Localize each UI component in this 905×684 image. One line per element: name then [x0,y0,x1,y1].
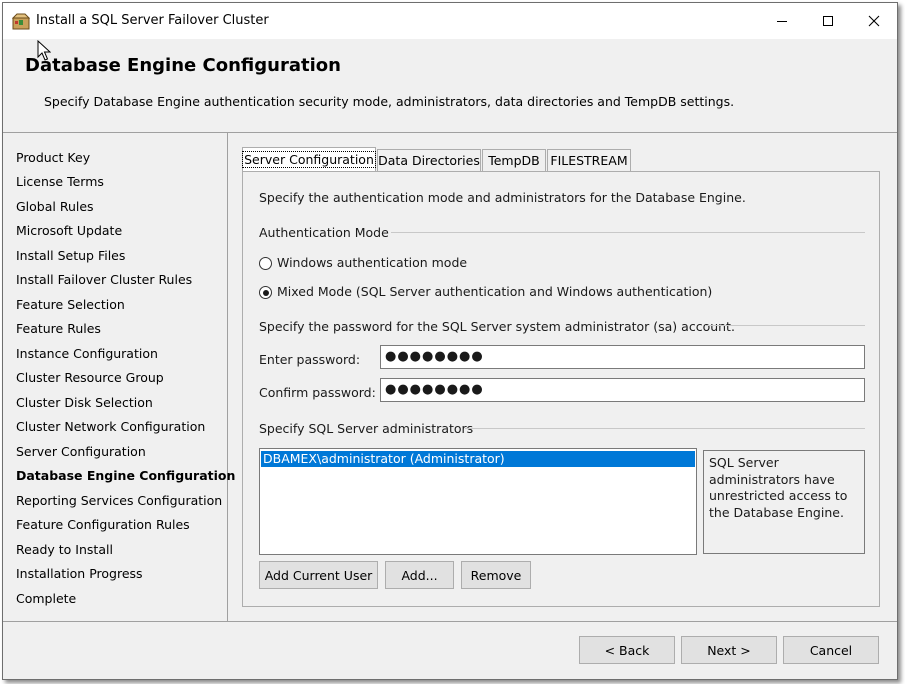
confirm-password-field[interactable]: ●●●●●●●● [380,378,865,402]
page-description: Specify Database Engine authentication s… [44,94,735,109]
admins-group-label: Specify SQL Server administrators [259,421,474,436]
tab-server-configuration[interactable]: Server Configuration [242,147,376,171]
back-button[interactable]: < Back [579,636,675,664]
remove-button[interactable]: Remove [461,561,531,589]
nav-item-feature-configuration-rules[interactable]: Feature Configuration Rules [16,517,190,532]
enter-password-field[interactable]: ●●●●●●●● [380,345,865,369]
sql-setup-box-icon [12,13,30,30]
admins-divider [465,428,865,429]
nav-item-instance-configuration[interactable]: Instance Configuration [16,346,158,361]
auth-mode-group-label: Authentication Mode [259,225,389,240]
tab-label: Server Configuration [242,151,376,168]
add-button[interactable]: Add... [385,561,454,589]
tab-data-directories[interactable]: Data Directories [377,149,481,171]
nav-item-license-terms[interactable]: License Terms [16,174,104,189]
nav-item-feature-selection[interactable]: Feature Selection [16,297,125,312]
administrators-list[interactable]: DBAMEX\administrator (Administrator) [259,448,697,555]
next-button[interactable]: Next > [681,636,777,664]
confirm-password-label: Confirm password: [259,385,376,400]
nav-item-reporting-services-configuration[interactable]: Reporting Services Configuration [16,493,222,508]
mouse-cursor-icon [37,40,51,61]
nav-item-server-configuration[interactable]: Server Configuration [16,444,146,459]
mixed-mode-radio[interactable] [259,286,272,299]
nav-item-global-rules[interactable]: Global Rules [16,199,94,214]
nav-item-install-setup-files[interactable]: Install Setup Files [16,248,125,263]
close-window-button[interactable] [851,3,897,39]
nav-item-database-engine-configuration[interactable]: Database Engine Configuration [16,468,235,483]
page-title: Database Engine Configuration [25,55,341,76]
list-item[interactable]: DBAMEX\administrator (Administrator) [261,451,695,467]
tab-tempdb[interactable]: TempDB [482,149,546,171]
windows-auth-label[interactable]: Windows authentication mode [277,255,467,270]
sa-password-group-label: Specify the password for the SQL Server … [259,319,735,334]
setup-window: Install a SQL Server Failover Cluster Da… [2,2,898,680]
nav-item-cluster-disk-selection[interactable]: Cluster Disk Selection [16,395,153,410]
sa-password-divider [705,325,865,326]
close-icon [868,15,880,27]
wizard-steps-nav: Product Key License Terms Global Rules M… [3,133,235,621]
tab-filestream[interactable]: FILESTREAM [547,149,631,171]
minimize-icon [777,21,787,22]
nav-item-product-key[interactable]: Product Key [16,150,90,165]
nav-item-feature-rules[interactable]: Feature Rules [16,321,101,336]
maximize-icon [823,16,833,26]
footer-divider [3,621,897,622]
intro-text: Specify the authentication mode and admi… [259,190,746,205]
window-title: Install a SQL Server Failover Cluster [36,13,269,28]
mixed-mode-label[interactable]: Mixed Mode (SQL Server authentication an… [277,284,712,299]
minimize-button[interactable] [759,3,805,39]
page-header: Database Engine Configuration Specify Da… [3,39,897,133]
maximize-button[interactable] [805,3,851,39]
nav-item-cluster-network-configuration[interactable]: Cluster Network Configuration [16,419,205,434]
add-current-user-button[interactable]: Add Current User [259,561,378,589]
nav-item-installation-progress[interactable]: Installation Progress [16,566,143,581]
cancel-button[interactable]: Cancel [783,636,879,664]
title-bar: Install a SQL Server Failover Cluster [3,3,897,39]
enter-password-label: Enter password: [259,352,361,367]
admins-info-box: SQL Server administrators have unrestric… [703,450,865,554]
auth-mode-divider [391,232,865,233]
nav-item-cluster-resource-group[interactable]: Cluster Resource Group [16,370,164,385]
nav-item-complete[interactable]: Complete [16,591,76,606]
nav-item-install-failover-cluster-rules[interactable]: Install Failover Cluster Rules [16,272,192,287]
nav-item-microsoft-update[interactable]: Microsoft Update [16,223,122,238]
windows-auth-radio[interactable] [259,257,272,270]
nav-item-ready-to-install[interactable]: Ready to Install [16,542,113,557]
